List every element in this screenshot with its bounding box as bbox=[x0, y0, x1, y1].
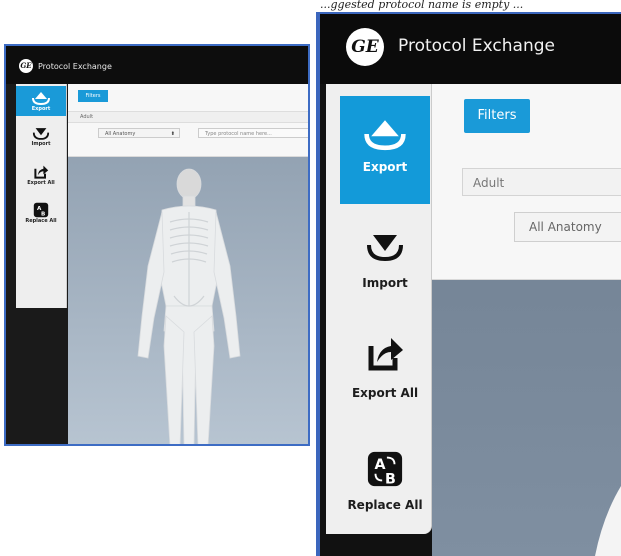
patient-type-row[interactable]: Adult bbox=[68, 111, 308, 123]
export-all-icon bbox=[368, 338, 403, 371]
app-title: Protocol Exchange bbox=[38, 62, 112, 71]
ge-logo-icon: GE bbox=[19, 59, 33, 73]
replace-all-icon: A B bbox=[367, 451, 403, 487]
small-app-window: GE Protocol Exchange Export Import Expor… bbox=[4, 44, 310, 446]
ge-logo-icon: GE bbox=[346, 28, 384, 66]
filters-button[interactable]: Filters bbox=[78, 90, 108, 102]
export-icon bbox=[32, 92, 50, 106]
sidebar-item-label: Export bbox=[362, 160, 408, 174]
anatomy-select[interactable]: All Anatomy ⬍ bbox=[98, 128, 180, 138]
export-icon bbox=[364, 120, 406, 151]
filter-panel: Filters Adult All Anatomy bbox=[432, 84, 621, 280]
sidebar: Export Import Export All A B Replace All bbox=[326, 84, 432, 534]
import-button[interactable]: Import bbox=[340, 222, 430, 302]
sidebar-item-label: Export bbox=[31, 106, 51, 112]
anatomy-workspace: Filters Adult All Anatomy ⬍ Type protoco… bbox=[68, 84, 308, 444]
sidebar-item-label: Import bbox=[31, 141, 51, 147]
anatomy-workspace: Filters Adult All Anatomy bbox=[432, 84, 621, 556]
anatomy-select[interactable]: All Anatomy bbox=[514, 212, 621, 242]
export-all-button[interactable]: Export All bbox=[340, 332, 430, 412]
export-all-icon bbox=[34, 165, 49, 179]
svg-text:B: B bbox=[385, 471, 396, 487]
body-part-silhouette[interactable] bbox=[581, 486, 621, 556]
title-bar: GE Protocol Exchange bbox=[320, 14, 621, 84]
sidebar-item-label: Replace All bbox=[347, 498, 423, 512]
filter-panel: Filters Adult All Anatomy ⬍ Type protoco… bbox=[68, 84, 308, 157]
large-app-window: GE Protocol Exchange Export Import Expor… bbox=[316, 12, 621, 556]
sidebar-item-label: Export All bbox=[27, 180, 55, 186]
sidebar: Export Import Export All A B Replace All bbox=[16, 84, 67, 308]
svg-text:A: A bbox=[37, 206, 42, 212]
chevron-down-icon: ⬍ bbox=[170, 131, 175, 137]
svg-text:B: B bbox=[41, 212, 45, 218]
protocol-search-input[interactable]: Type protocol name here... bbox=[198, 128, 308, 138]
export-button[interactable]: Export bbox=[16, 86, 66, 116]
sidebar-item-label: Replace All bbox=[25, 218, 57, 224]
human-body-figure[interactable] bbox=[134, 156, 244, 446]
replace-all-button[interactable]: A B Replace All bbox=[340, 448, 430, 528]
replace-all-icon: A B bbox=[33, 202, 49, 218]
title-bar: GE Protocol Exchange bbox=[6, 46, 308, 84]
import-button[interactable]: Import bbox=[16, 126, 66, 154]
replace-all-button[interactable]: A B Replace All bbox=[16, 202, 66, 230]
sidebar-item-label: Export All bbox=[351, 386, 419, 400]
export-all-button[interactable]: Export All bbox=[16, 164, 66, 192]
anatomy-select-value: All Anatomy bbox=[105, 131, 136, 137]
import-icon bbox=[32, 128, 50, 140]
export-button[interactable]: Export bbox=[340, 96, 430, 204]
app-title: Protocol Exchange bbox=[398, 36, 555, 56]
filters-button[interactable]: Filters bbox=[464, 99, 530, 133]
top-banner-text: ...ggested protocol name is empty ... bbox=[320, 0, 524, 11]
svg-text:A: A bbox=[375, 457, 386, 473]
import-icon bbox=[367, 235, 403, 262]
patient-type-row[interactable]: Adult bbox=[462, 168, 621, 196]
sidebar-item-label: Import bbox=[362, 276, 408, 290]
